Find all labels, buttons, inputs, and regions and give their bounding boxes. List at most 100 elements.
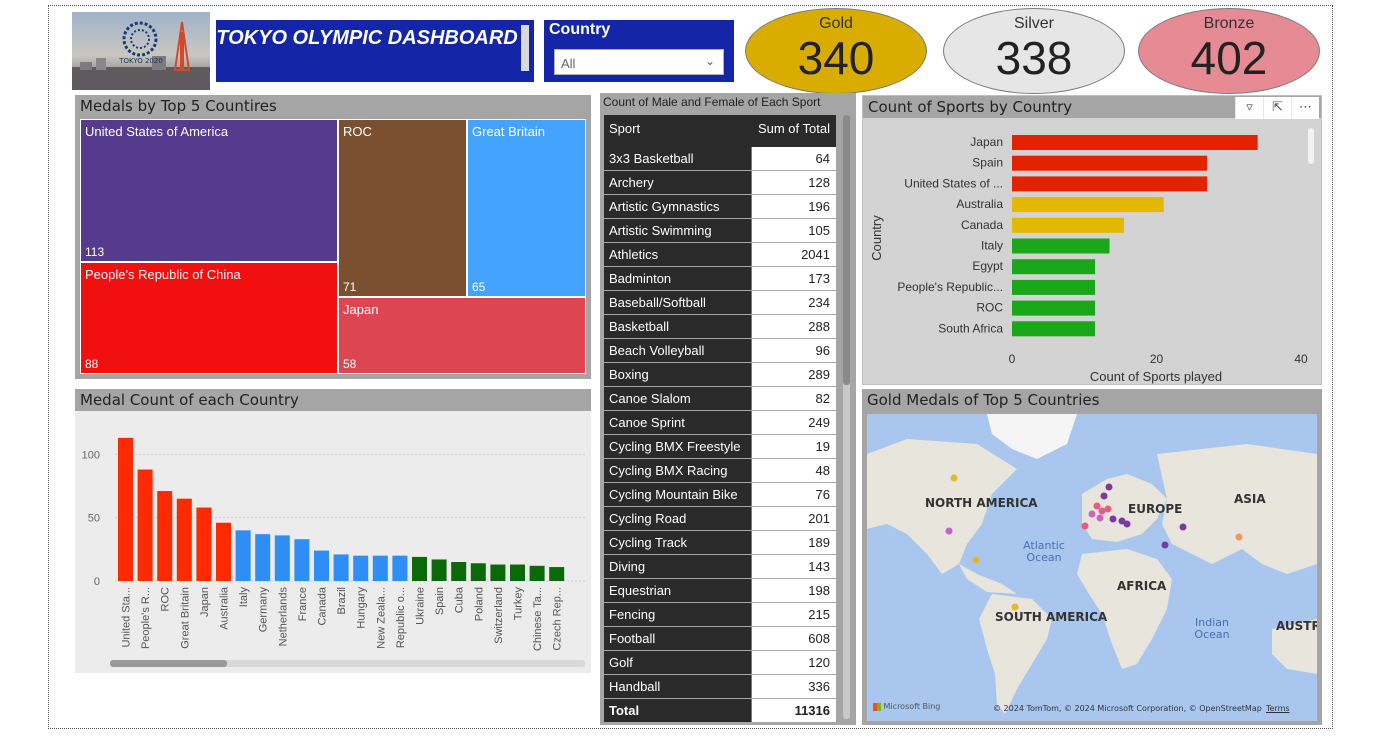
bar[interactable] bbox=[1012, 238, 1110, 254]
bar[interactable] bbox=[392, 555, 408, 581]
bar[interactable] bbox=[1012, 155, 1208, 171]
bar[interactable] bbox=[118, 437, 133, 581]
table-row[interactable]: Canoe Slalom 82 bbox=[604, 387, 836, 411]
bar[interactable] bbox=[490, 564, 506, 581]
treemap-cell-roc[interactable]: ROC 71 bbox=[338, 119, 467, 297]
bar[interactable] bbox=[549, 567, 565, 581]
bar[interactable] bbox=[451, 562, 467, 581]
map-point[interactable] bbox=[1104, 505, 1112, 513]
table-row[interactable]: Canoe Sprint 249 bbox=[604, 411, 836, 435]
treemap-cell-usa[interactable]: United States of America 113 bbox=[80, 119, 338, 262]
x-tick-label: Czech Rep... bbox=[552, 587, 564, 651]
y-tick-label: 0 bbox=[94, 576, 100, 588]
map-point[interactable] bbox=[1093, 502, 1101, 510]
x-tick-label: Ukraine bbox=[415, 587, 427, 625]
bar[interactable] bbox=[412, 556, 427, 581]
map-point[interactable] bbox=[950, 474, 958, 482]
table-row[interactable]: Fencing 215 bbox=[604, 603, 836, 627]
bar[interactable] bbox=[529, 565, 545, 581]
map-point[interactable] bbox=[1081, 522, 1089, 530]
bar[interactable] bbox=[1012, 321, 1096, 337]
table-row[interactable]: Artistic Gymnastics 196 bbox=[604, 195, 836, 219]
bar[interactable] bbox=[157, 491, 173, 581]
table-row[interactable]: Artistic Swimming 105 bbox=[604, 219, 836, 243]
column-header-sport[interactable]: Sport bbox=[609, 121, 640, 136]
map-point[interactable] bbox=[1100, 492, 1108, 500]
country-dropdown[interactable]: All ⌄ bbox=[554, 49, 724, 75]
bar[interactable] bbox=[1012, 135, 1258, 150]
map-point[interactable] bbox=[1096, 514, 1104, 522]
x-tick-label: United Sta... bbox=[121, 587, 133, 648]
filter-icon[interactable]: ▿ bbox=[1235, 97, 1263, 119]
table-row[interactable]: Cycling Road 201 bbox=[604, 507, 836, 531]
table-row[interactable]: Cycling BMX Racing 48 bbox=[604, 459, 836, 483]
focus-mode-icon[interactable]: ⇱ bbox=[1263, 97, 1291, 119]
table-row[interactable]: Athletics 2041 bbox=[604, 243, 836, 267]
map-point[interactable] bbox=[972, 556, 980, 564]
treemap-cell-china[interactable]: People's Republic of China 88 bbox=[80, 262, 338, 374]
map-point[interactable] bbox=[1235, 533, 1243, 541]
map-point[interactable] bbox=[1109, 515, 1117, 523]
table-row[interactable]: Cycling Mountain Bike 76 bbox=[604, 483, 836, 507]
table-row[interactable]: Handball 336 bbox=[604, 675, 836, 699]
table-row[interactable]: Football 608 bbox=[604, 627, 836, 651]
bar[interactable] bbox=[255, 534, 271, 581]
y-tick-label: 100 bbox=[82, 449, 100, 461]
bar[interactable] bbox=[1012, 176, 1208, 192]
y-axis-title: Country bbox=[869, 215, 884, 261]
bar[interactable] bbox=[1012, 279, 1096, 295]
table-row[interactable]: Cycling Track 189 bbox=[604, 531, 836, 555]
treemap-cell-japan[interactable]: Japan 58 bbox=[338, 297, 586, 374]
title-scrollbar[interactable] bbox=[521, 25, 529, 71]
bar[interactable] bbox=[1012, 259, 1096, 275]
bar[interactable] bbox=[274, 535, 290, 581]
map-point[interactable] bbox=[1098, 507, 1106, 515]
table-scrollbar-thumb[interactable] bbox=[843, 115, 850, 385]
map-point[interactable] bbox=[945, 527, 953, 535]
map-point[interactable] bbox=[1088, 510, 1096, 518]
bar[interactable] bbox=[196, 507, 212, 581]
treemap-cell-great-britain[interactable]: Great Britain 65 bbox=[467, 119, 586, 297]
vertical-scrollbar[interactable] bbox=[1308, 128, 1314, 164]
table-row[interactable]: Equestrian 198 bbox=[604, 579, 836, 603]
bar[interactable] bbox=[470, 563, 486, 581]
bar[interactable] bbox=[372, 555, 388, 581]
map-point[interactable] bbox=[1161, 541, 1169, 549]
map-terms-link[interactable]: Terms bbox=[1266, 704, 1290, 713]
table-row[interactable]: Badminton 173 bbox=[604, 267, 836, 291]
table-row[interactable]: Cycling BMX Freestyle 19 bbox=[604, 435, 836, 459]
table-row[interactable]: Boxing 289 bbox=[604, 363, 836, 387]
y-tick-label: United States of ... bbox=[904, 176, 1003, 190]
bar[interactable] bbox=[314, 550, 329, 581]
table-row[interactable]: Golf 120 bbox=[604, 651, 836, 675]
world-map[interactable]: NORTH AMERICA EUROPE ASIA Atlantic Ocean… bbox=[867, 414, 1317, 721]
map-point[interactable] bbox=[1105, 483, 1113, 491]
map-point[interactable] bbox=[1179, 523, 1187, 531]
bar[interactable] bbox=[1012, 217, 1124, 233]
table-row[interactable]: Baseball/Softball 234 bbox=[604, 291, 836, 315]
medal-count-title: Medal Count of each Country bbox=[75, 389, 591, 411]
x-tick-label: Hungary bbox=[356, 587, 368, 629]
table-row[interactable]: Diving 143 bbox=[604, 555, 836, 579]
sport-cell: Basketball bbox=[604, 315, 751, 338]
map-point[interactable] bbox=[1123, 520, 1131, 528]
bar[interactable] bbox=[216, 522, 231, 581]
scrollbar-thumb[interactable] bbox=[110, 660, 227, 667]
table-row[interactable]: Basketball 288 bbox=[604, 315, 836, 339]
bar[interactable] bbox=[137, 469, 153, 581]
bar[interactable] bbox=[294, 539, 310, 581]
table-row[interactable]: 3x3 Basketball 64 bbox=[604, 147, 836, 171]
bar[interactable] bbox=[353, 555, 369, 581]
bar[interactable] bbox=[333, 554, 349, 581]
table-row[interactable]: Beach Volleyball 96 bbox=[604, 339, 836, 363]
silver-kpi-card: Silver 338 bbox=[943, 8, 1125, 94]
bar[interactable] bbox=[431, 559, 447, 581]
bar[interactable] bbox=[1012, 300, 1096, 316]
bar[interactable] bbox=[176, 498, 192, 581]
table-row[interactable]: Archery 128 bbox=[604, 171, 836, 195]
bar[interactable] bbox=[235, 530, 251, 581]
column-header-total[interactable]: Sum of Total bbox=[758, 121, 830, 136]
more-options-icon[interactable]: ⋯ bbox=[1291, 97, 1319, 119]
bar[interactable] bbox=[510, 564, 525, 581]
bar[interactable] bbox=[1012, 197, 1164, 213]
